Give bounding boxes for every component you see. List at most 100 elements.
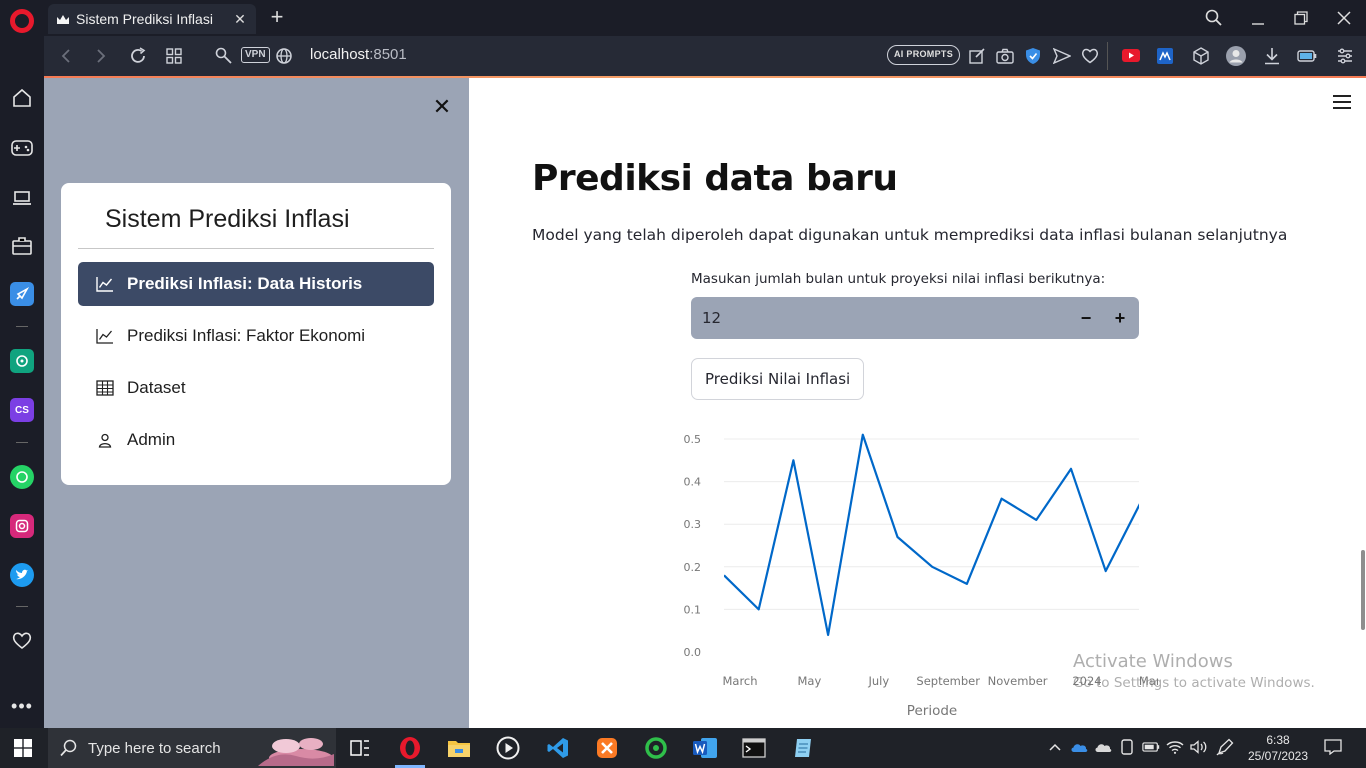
green-ring-app-icon[interactable] bbox=[642, 734, 670, 762]
url-field[interactable]: localhost:8501 bbox=[310, 46, 407, 63]
onedrive-icon[interactable] bbox=[1070, 738, 1088, 756]
windows-start-icon[interactable] bbox=[14, 739, 32, 757]
easy-setup-icon[interactable] bbox=[1333, 44, 1357, 68]
tab-title: Sistem Prediksi Inflasi bbox=[76, 11, 213, 27]
home-icon[interactable] bbox=[10, 86, 34, 110]
menu-item-faktor-ekonomi[interactable]: Prediksi Inflasi: Faktor Ekonomi bbox=[78, 314, 434, 358]
forward-icon[interactable] bbox=[89, 44, 113, 68]
key-search-icon[interactable] bbox=[212, 44, 236, 68]
cloud-sync-icon[interactable] bbox=[1094, 738, 1112, 756]
search-tabs-icon[interactable] bbox=[1202, 6, 1226, 30]
vscode-icon[interactable] bbox=[544, 734, 572, 762]
profile-avatar-icon[interactable] bbox=[1224, 44, 1248, 68]
minimize-icon[interactable] bbox=[1246, 6, 1270, 30]
edit-icon[interactable] bbox=[965, 44, 989, 68]
briefcase-icon[interactable] bbox=[10, 234, 34, 258]
shield-icon[interactable] bbox=[1021, 44, 1045, 68]
page-title: Prediksi data baru bbox=[532, 158, 898, 199]
browser-tab[interactable]: Sistem Prediksi Inflasi ✕ bbox=[48, 4, 256, 34]
word-icon[interactable] bbox=[691, 734, 719, 762]
bookmark-heart-icon[interactable] bbox=[1078, 44, 1102, 68]
volume-icon[interactable] bbox=[1190, 738, 1208, 756]
pen-menu-icon[interactable] bbox=[1216, 738, 1234, 756]
speed-dial-icon[interactable] bbox=[162, 44, 186, 68]
rail-divider bbox=[16, 442, 28, 443]
taskbar-clock[interactable]: 6:38 25/07/2023 bbox=[1242, 732, 1314, 764]
menu-item-dataset[interactable]: Dataset bbox=[78, 366, 434, 410]
terminal-icon[interactable] bbox=[740, 734, 768, 762]
video-extension-icon[interactable] bbox=[1119, 44, 1143, 68]
sidebar-close-icon[interactable]: ✕ bbox=[431, 96, 453, 118]
menu-item-label: Admin bbox=[127, 430, 176, 449]
url-port: :8501 bbox=[369, 46, 407, 63]
tab-close-icon[interactable]: ✕ bbox=[232, 11, 248, 28]
task-view-icon[interactable] bbox=[346, 734, 374, 762]
phone-link-icon[interactable] bbox=[1118, 738, 1136, 756]
menu-item-label: Prediksi Inflasi: Data Historis bbox=[127, 274, 363, 293]
whatsapp-icon[interactable] bbox=[10, 465, 34, 489]
battery-icon[interactable] bbox=[1142, 738, 1160, 756]
download-icon[interactable] bbox=[1260, 44, 1284, 68]
rocket-app-icon[interactable] bbox=[10, 282, 34, 306]
browser-side-rail: CS ••• bbox=[0, 0, 44, 728]
y-tick-label: 0.0 bbox=[684, 646, 702, 659]
instagram-icon[interactable] bbox=[10, 514, 34, 538]
tab-strip: Sistem Prediksi Inflasi ✕ + bbox=[44, 0, 1366, 36]
extension-blue-icon[interactable] bbox=[1153, 44, 1177, 68]
heart-icon[interactable] bbox=[10, 629, 34, 653]
predict-button[interactable]: Prediksi Nilai Inflasi bbox=[691, 358, 865, 400]
watermark-line-1: Activate Windows bbox=[1073, 651, 1233, 672]
twitter-icon[interactable] bbox=[10, 563, 34, 587]
close-window-icon[interactable] bbox=[1332, 6, 1356, 30]
screen: CS ••• Sistem Prediksi Inflasi ✕ + VPN l… bbox=[0, 0, 1366, 768]
xampp-icon[interactable] bbox=[593, 734, 621, 762]
option-menu: Sistem Prediksi Inflasi Prediksi Inflasi… bbox=[61, 183, 451, 485]
number-input-label: Masukan jumlah bulan untuk proyeksi nila… bbox=[691, 271, 1106, 287]
ai-prompts-button[interactable]: AI PROMPTS bbox=[887, 45, 961, 65]
main-menu-icon[interactable] bbox=[1333, 95, 1351, 111]
windows-taskbar: Type here to search 6:38 25/07/2023 bbox=[0, 728, 1366, 768]
y-tick-label: 0.1 bbox=[684, 603, 702, 616]
x-tick-label: March bbox=[722, 674, 757, 688]
reload-icon[interactable] bbox=[126, 44, 150, 68]
camera-icon[interactable] bbox=[993, 44, 1017, 68]
extensions-cube-icon[interactable] bbox=[1189, 44, 1213, 68]
globe-icon[interactable] bbox=[272, 44, 296, 68]
chatsonic-icon[interactable]: CS bbox=[10, 398, 34, 422]
search-highlight-art-icon bbox=[258, 738, 334, 766]
vpn-badge[interactable]: VPN bbox=[241, 47, 270, 63]
notepad-icon[interactable] bbox=[789, 734, 817, 762]
taskbar-search-box[interactable]: Type here to search bbox=[48, 728, 336, 768]
scrollbar-thumb[interactable] bbox=[1361, 550, 1365, 630]
clock-time: 6:38 bbox=[1266, 733, 1290, 747]
x-axis-label: Periode bbox=[907, 703, 957, 719]
table-icon bbox=[95, 379, 115, 397]
chart-line-icon bbox=[95, 327, 115, 345]
tray-chevron-icon[interactable] bbox=[1046, 738, 1064, 756]
chatgpt-icon[interactable] bbox=[10, 349, 34, 373]
opera-logo-icon[interactable] bbox=[10, 9, 34, 33]
menu-item-data-historis[interactable]: Prediksi Inflasi: Data Historis bbox=[78, 262, 434, 306]
number-input-value[interactable]: 12 bbox=[702, 309, 721, 327]
more-icon[interactable]: ••• bbox=[10, 694, 34, 718]
new-tab-icon[interactable]: + bbox=[266, 6, 288, 28]
file-explorer-icon[interactable] bbox=[445, 734, 473, 762]
x-tick-label: September bbox=[916, 674, 980, 688]
opera-taskbar-icon[interactable] bbox=[396, 734, 424, 762]
menu-item-admin[interactable]: Admin bbox=[78, 418, 434, 462]
months-number-input[interactable]: 12 − + bbox=[691, 297, 1139, 339]
x-tick-label: July bbox=[867, 674, 889, 688]
restore-icon[interactable] bbox=[1289, 6, 1313, 30]
battery-saver-icon[interactable] bbox=[1295, 44, 1319, 68]
laptop-icon[interactable] bbox=[10, 186, 34, 210]
url-host: localhost bbox=[310, 46, 370, 63]
media-player-icon[interactable] bbox=[494, 734, 522, 762]
increment-button[interactable]: + bbox=[1108, 306, 1132, 330]
decrement-button[interactable]: − bbox=[1074, 306, 1098, 330]
gamepad-icon[interactable] bbox=[10, 136, 34, 160]
notifications-icon[interactable] bbox=[1324, 738, 1342, 756]
x-tick-label: May bbox=[798, 674, 822, 688]
wifi-icon[interactable] bbox=[1166, 738, 1184, 756]
back-icon[interactable] bbox=[54, 44, 78, 68]
send-icon[interactable] bbox=[1050, 44, 1074, 68]
